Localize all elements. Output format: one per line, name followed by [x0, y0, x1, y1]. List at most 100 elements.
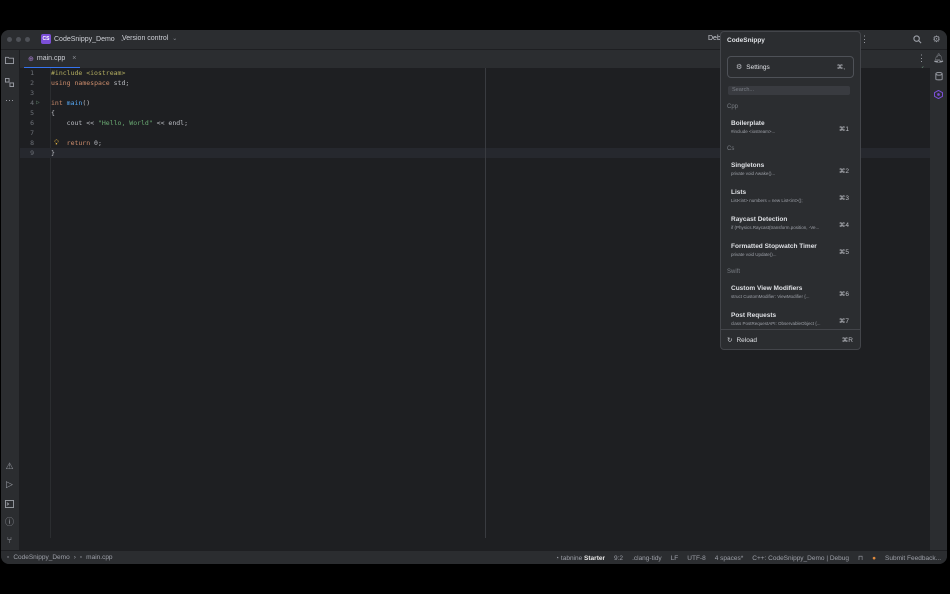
tabnine-status[interactable]: ◔ tabnine Starter: [555, 555, 605, 562]
snippet-item-singletons[interactable]: Singletons private void Awake()... ⌘2: [727, 160, 853, 184]
cpp-file-icon: ⊕: [28, 55, 34, 63]
line-number: 6: [30, 119, 34, 127]
run-config-selector[interactable]: Deb: [708, 35, 721, 42]
close-tab-icon[interactable]: ×: [72, 55, 76, 62]
snippet-item-lists[interactable]: Lists List<int> numbers = new List<int>(…: [727, 187, 853, 211]
status-widgets: ◔ tabnine Starter 9:2 .clang-tidy LF UTF…: [555, 554, 941, 563]
right-margin-guide: [485, 68, 486, 538]
zoom-window-button[interactable]: [25, 37, 30, 42]
close-window-button[interactable]: [7, 37, 12, 42]
project-selector[interactable]: CS CodeSnippy_Demo ⌄: [41, 34, 125, 44]
code-text: return 0;: [66, 139, 102, 147]
right-tool-strip: 🔔︎: [929, 50, 947, 550]
snippet-shortcut: ⌘7: [838, 318, 849, 325]
chevron-down-icon: ⌄: [172, 36, 178, 42]
minimize-window-button[interactable]: [16, 37, 21, 42]
code-text: int main(): [51, 99, 91, 107]
gear-icon[interactable]: ⚙: [930, 33, 943, 46]
group-label-cpp: Cpp: [727, 104, 739, 110]
code-text: cout << "Hello, World" << endl;: [51, 119, 188, 127]
line-number: 8: [30, 139, 34, 147]
chevron-right-icon: ›: [73, 554, 76, 561]
run-gutter-icon[interactable]: ▷: [36, 98, 40, 108]
line-number: 9: [30, 149, 34, 157]
line-number: 4: [30, 99, 34, 107]
snippet-preview: private void Update()...: [731, 252, 777, 257]
terminal-icon[interactable]: [3, 497, 16, 510]
snippet-preview: #include <iostream>...: [731, 129, 776, 134]
code-text: using namespace std;: [51, 79, 130, 87]
snippet-name: Formatted Stopwatch Timer: [731, 243, 817, 250]
line-ending[interactable]: LF: [671, 555, 679, 562]
lock-icon[interactable]: ⊓: [858, 554, 863, 562]
snippet-preview: List<int> numbers = new List<int>();: [731, 198, 803, 203]
settings-button[interactable]: ⚙ Settings ⌘,: [727, 56, 854, 78]
structure-icon[interactable]: [3, 76, 16, 89]
version-control-menu[interactable]: Version control ⌄: [122, 35, 177, 42]
settings-label: Settings: [746, 63, 770, 71]
settings-shortcut: ⌘,: [836, 64, 845, 71]
indent-setting[interactable]: 4 spaces*: [715, 555, 744, 562]
snippet-shortcut: ⌘1: [838, 126, 849, 133]
codesnippy-plugin-icon[interactable]: [932, 88, 945, 101]
reload-label: Reload: [736, 336, 758, 344]
submit-feedback-link[interactable]: Submit Feedback...: [885, 555, 941, 562]
reload-button[interactable]: ↻ Reload ⌘R: [727, 336, 853, 345]
snippet-search-input[interactable]: Search...: [728, 86, 850, 95]
window-controls: [7, 37, 30, 42]
tabnine-name: tabnine: [560, 554, 583, 562]
status-bar: ▫ CodeSnippy_Demo › ▫ main.cpp ◔ tabnine…: [1, 550, 947, 564]
snippet-preview: if (Physics.Raycast(transform.position, …: [731, 225, 820, 230]
build-context[interactable]: C++: CodeSnippy_Demo | Debug: [752, 555, 849, 562]
gear-icon: ⚙: [736, 64, 743, 71]
caret-position[interactable]: 9:2: [614, 555, 623, 562]
database-icon[interactable]: [932, 70, 945, 83]
run-icon[interactable]: ▷: [3, 478, 16, 491]
group-label-swift: Swift: [727, 269, 741, 275]
tab-main-cpp[interactable]: ⊕ main.cpp ×: [24, 50, 81, 69]
tabnine-icon: ◔: [555, 554, 560, 562]
snippet-name: Singletons: [731, 162, 765, 169]
codesnippy-popup: CodeSnippy ⚙ Settings ⌘, Search... Cpp B…: [720, 31, 861, 350]
line-number: 2: [30, 79, 34, 87]
linter-config[interactable]: .clang-tidy: [632, 555, 662, 562]
line-number: 7: [30, 129, 34, 137]
line-number: 5: [30, 109, 34, 117]
snippet-item-raycast-detection[interactable]: Raycast Detection if (Physics.Raycast(tr…: [727, 214, 853, 238]
snippet-name: Lists: [731, 189, 747, 196]
snippet-preview: struct CustomModifier: ViewModifier {...: [731, 294, 810, 299]
info-icon[interactable]: ⓘ: [3, 515, 16, 528]
code-text: #include <iostream>: [51, 69, 126, 77]
notifications-icon[interactable]: 🔔︎: [932, 52, 945, 65]
snippet-item-custom-view-modifiers[interactable]: Custom View Modifiers struct CustomModif…: [727, 283, 853, 307]
file-encoding[interactable]: UTF-8: [687, 555, 705, 562]
snippet-shortcut: ⌘2: [838, 168, 849, 175]
snippet-item-boilerplate[interactable]: Boilerplate #include <iostream>... ⌘1: [727, 118, 853, 142]
project-badge: CS: [41, 34, 51, 44]
code-text: }: [51, 149, 55, 157]
snippet-name: Raycast Detection: [731, 216, 788, 223]
snippet-preview: class PostRequestAPI: ObservableObject {…: [731, 321, 821, 326]
snippet-item-post-requests[interactable]: Post Requests class PostRequestAPI: Obse…: [727, 310, 853, 334]
path-breadcrumb: ▫ CodeSnippy_Demo › ▫ main.cpp: [7, 554, 113, 561]
code-text: {: [51, 109, 55, 117]
reload-icon: ↻: [727, 337, 733, 344]
snippet-name: Custom View Modifiers: [731, 285, 803, 292]
left-tool-strip: ⋯ ⚠ ▷ ⓘ ⑂: [1, 50, 20, 550]
folder-icon[interactable]: [3, 53, 16, 66]
snippet-name: Boilerplate: [731, 120, 765, 127]
tabnine-plan: Starter: [584, 554, 606, 562]
module-icon: ▫: [7, 554, 10, 561]
breadcrumb-project[interactable]: CodeSnippy_Demo: [13, 554, 69, 561]
ai-assistant-icon[interactable]: ●: [872, 555, 876, 562]
git-branch-icon[interactable]: ⑂: [3, 533, 16, 546]
problems-icon[interactable]: ⚠: [3, 460, 16, 473]
group-label-cs: Cs: [727, 146, 735, 152]
reload-shortcut: ⌘R: [841, 337, 853, 344]
line-number: 1: [30, 69, 34, 77]
snippet-item-stopwatch-timer[interactable]: Formatted Stopwatch Timer private void U…: [727, 241, 853, 265]
search-icon[interactable]: [911, 33, 924, 46]
breadcrumb-file[interactable]: main.cpp: [86, 554, 112, 561]
more-tools-icon[interactable]: ⋯: [3, 94, 16, 107]
